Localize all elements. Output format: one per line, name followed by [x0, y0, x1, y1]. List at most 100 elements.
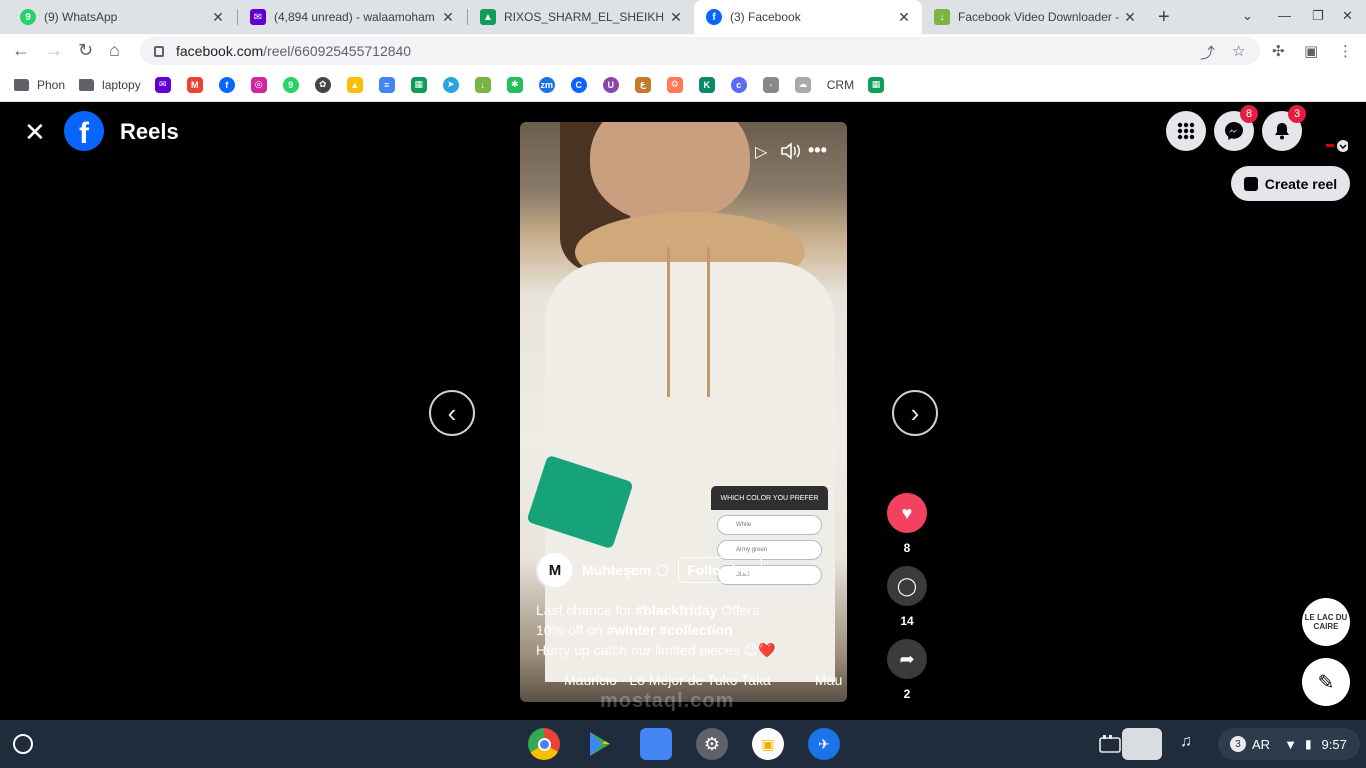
address-bar[interactable]: facebook.com/reel/660925455712840 — [140, 37, 1260, 65]
launcher-icon[interactable] — [13, 734, 33, 754]
c-logo-icon[interactable]: c — [730, 76, 747, 93]
hashtag-link[interactable]: #collection — [659, 622, 732, 638]
reel-video[interactable]: ▷ ••• WHICH COLOR YOU PREFER White Army … — [520, 122, 847, 702]
chevron-left-icon: ‹ — [447, 397, 457, 428]
explore-app-icon[interactable]: ✈ — [808, 728, 840, 760]
facebook-logo-icon[interactable]: f — [64, 111, 104, 151]
new-message-button[interactable]: ✎ — [1302, 658, 1350, 706]
bookmark-crm[interactable]: CRM — [827, 78, 854, 92]
bookmark-folder-laptopy[interactable]: laptopy — [79, 78, 141, 92]
media-controls-icon[interactable]: ♫ — [1180, 733, 1192, 751]
tab-whatsapp[interactable]: 9 (9) WhatsApp ✕ — [8, 0, 236, 34]
extensions-icon[interactable]: ✣ — [1272, 42, 1285, 60]
tab-video-downloader[interactable]: ↓ Facebook Video Downloader - ✕ — [922, 0, 1148, 34]
share-button[interactable]: ➦ — [887, 639, 927, 679]
close-icon[interactable]: ✕ — [440, 9, 456, 26]
hashtag-link[interactable]: #blackfriday — [636, 602, 718, 618]
files-app-icon[interactable] — [640, 728, 672, 760]
hubspot-icon[interactable]: ⚙ — [666, 76, 683, 93]
play-store-icon[interactable] — [584, 728, 616, 760]
owner-name[interactable]: Muhteşem — [582, 562, 651, 578]
following-button[interactable]: Following — [678, 557, 762, 583]
more-menu-icon[interactable]: ⋮ — [1338, 42, 1353, 60]
screen-capture-icon[interactable] — [1098, 734, 1122, 754]
next-reel-button[interactable]: › — [892, 390, 938, 436]
tab-title: (3) Facebook — [730, 10, 801, 24]
settings-gear-icon[interactable]: ⚙ — [696, 728, 728, 760]
tab-drive[interactable]: ▲ RIXOS_SHARM_EL_SHEIKH - G ✕ — [468, 0, 694, 34]
lock-icon[interactable] — [154, 45, 164, 57]
minimize-icon[interactable]: — — [1278, 8, 1291, 23]
zoom-icon[interactable]: zm — [538, 76, 555, 93]
new-tab-plus-icon[interactable]: + — [1158, 6, 1170, 29]
bookmark-star-icon[interactable]: ☆ — [1232, 42, 1245, 60]
close-icon[interactable]: ✕ — [668, 9, 684, 26]
video-frame-face — [590, 122, 750, 222]
comment-bubble-icon: ◯ — [896, 575, 918, 596]
close-icon[interactable]: ✕ — [210, 9, 226, 26]
reload-icon[interactable]: ↻ — [78, 40, 93, 61]
tab-facebook[interactable]: f (3) Facebook ✕ — [694, 0, 922, 34]
close-icon[interactable]: ✕ — [896, 9, 912, 26]
arabic-logo-icon[interactable]: ع — [634, 76, 651, 93]
holding-space-thumbnail[interactable] — [1122, 728, 1162, 760]
messenger-icon — [1225, 122, 1243, 140]
grid-icon — [1177, 122, 1195, 140]
audio-track[interactable]: Mauricio · Lo Mejor de Tuko Taka — [564, 672, 771, 688]
create-reel-button[interactable]: Create reel — [1231, 166, 1350, 201]
play-icon[interactable]: ▷ — [755, 142, 767, 162]
like-button[interactable]: ♥ — [887, 493, 927, 533]
previous-reel-button[interactable]: ‹ — [429, 390, 475, 436]
canva-icon[interactable]: C — [570, 76, 587, 93]
volume-icon[interactable] — [780, 142, 802, 165]
google-sheets-icon[interactable]: ▦ — [868, 76, 885, 93]
messenger-button[interactable]: 8 — [1214, 105, 1258, 151]
downloader-icon[interactable]: ↓ — [474, 76, 491, 93]
forward-arrow-icon[interactable]: → — [45, 40, 63, 61]
comment-count: 14 — [900, 614, 914, 628]
tab-mail[interactable]: ✉ (4,894 unread) - walaamoham ✕ — [238, 0, 466, 34]
gallery-app-icon[interactable]: ▣ — [752, 728, 784, 760]
tab-search-chevron-icon[interactable]: ⌄ — [1242, 8, 1253, 24]
account-chevron-down-icon[interactable] — [1326, 139, 1349, 153]
brand-icon[interactable]: ◦ — [762, 76, 779, 93]
whatsapp-icon[interactable]: 9 — [282, 76, 299, 93]
notifications-button[interactable]: 3 — [1262, 105, 1306, 151]
google-drive-icon[interactable]: ▲ — [346, 76, 363, 93]
poll-option[interactable]: White — [717, 515, 822, 535]
drive-icon: ▲ — [480, 9, 496, 25]
bookmark-folder-phon[interactable]: Phon — [14, 78, 65, 92]
audio-track-overflow: Mau — [815, 672, 843, 688]
page-profile-avatar[interactable]: LE LAC DU CAIRE — [1302, 598, 1350, 646]
google-docs-icon[interactable]: ≡ — [378, 76, 395, 93]
system-tray[interactable]: 3 AR ▼ ▮ 9:57 — [1218, 728, 1360, 760]
instagram-icon[interactable]: ◎ — [250, 76, 267, 93]
menu-grid-button[interactable] — [1166, 111, 1206, 151]
upwork-icon[interactable]: U — [602, 76, 619, 93]
reel-icon — [1243, 176, 1258, 191]
chrome-app-icon[interactable] — [528, 728, 560, 760]
google-sheets-icon[interactable]: ▦ — [410, 76, 427, 93]
back-arrow-icon[interactable]: ← — [12, 40, 30, 61]
telegram-icon[interactable]: ➤ — [442, 76, 459, 93]
share-arrow-icon: ➦ — [899, 648, 915, 669]
cloud-icon[interactable]: ☁ — [794, 76, 811, 93]
home-icon[interactable]: ⌂ — [109, 40, 120, 61]
k-logo-icon[interactable]: K — [698, 76, 715, 93]
chatgpt-icon[interactable]: ✿ — [314, 76, 331, 93]
facebook-icon[interactable]: f — [218, 76, 235, 93]
gmail-icon[interactable]: M — [186, 76, 203, 93]
close-icon[interactable]: ✕ — [24, 119, 46, 145]
close-icon[interactable]: ✕ — [1122, 9, 1138, 26]
os-shelf: ⚙ ▣ ✈ ♫ 3 AR ▼ ▮ 9:57 — [0, 720, 1366, 768]
avatar[interactable]: M — [536, 551, 574, 589]
comment-button[interactable]: ◯ — [887, 566, 927, 606]
more-options-icon[interactable]: ••• — [808, 140, 827, 161]
restore-icon[interactable]: ❐ — [1312, 8, 1324, 24]
yahoo-mail-icon[interactable]: ✉ — [154, 76, 171, 93]
asterisk-icon[interactable]: ✱ — [506, 76, 523, 93]
hashtag-link[interactable]: #winter — [607, 622, 656, 638]
side-panel-icon[interactable]: ▣ — [1304, 42, 1318, 60]
share-icon[interactable]: ⤴ — [1200, 42, 1215, 63]
close-window-icon[interactable]: ✕ — [1342, 8, 1353, 24]
